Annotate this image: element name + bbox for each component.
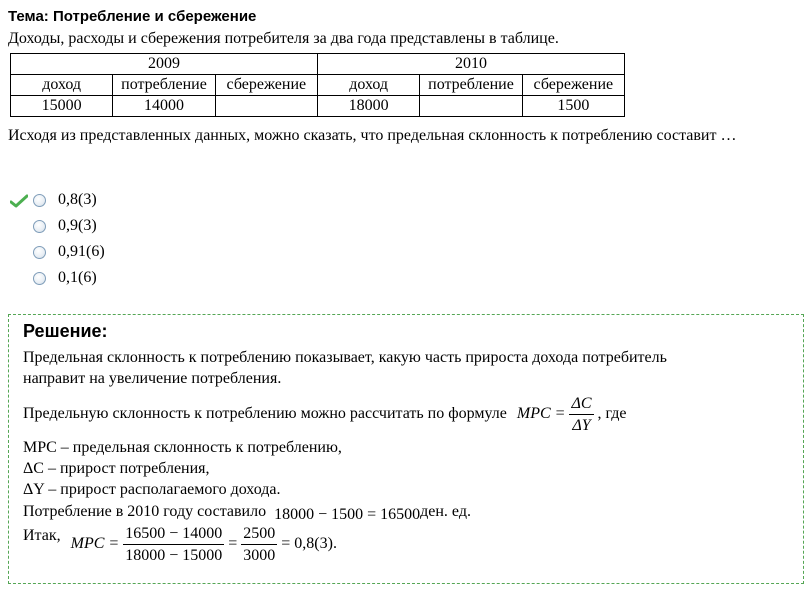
- definition-delta-y: ΔY – прирост располагаемого дохода.: [23, 481, 281, 498]
- year-2010-header: 2010: [316, 53, 626, 75]
- option-label: 0,91(6): [58, 243, 105, 260]
- check-icon: [10, 194, 28, 208]
- col-header: сбережение: [214, 74, 318, 96]
- final-denominator-2: 3000: [241, 544, 278, 566]
- calc-text: Потребление в 2010 году составило: [23, 503, 267, 520]
- col-header: доход: [316, 74, 421, 96]
- formula-fraction: ΔC ΔY: [569, 393, 594, 436]
- final-fraction-1: 16500 − 14000 18000 − 15000: [123, 523, 225, 566]
- option-label: 0,8(3): [58, 191, 97, 208]
- definition-delta-c: ΔC – прирост потребления,: [23, 460, 210, 477]
- final-result: = 0,8(3).: [281, 535, 337, 553]
- solution-paragraph: Предельная склонность к потреблению пока…: [23, 349, 667, 366]
- table-cell: 15000: [9, 95, 114, 117]
- final-line: Итак, MPC = 16500 − 14000 18000 − 15000 …: [23, 523, 337, 566]
- final-equals: =: [228, 535, 238, 553]
- option-label: 0,9(3): [58, 217, 97, 234]
- calc-line: Потребление в 2010 году составило 18000 …: [23, 501, 471, 523]
- solution-title: Решение:: [23, 321, 108, 341]
- question-text: Исходя из представленных данных, можно с…: [8, 127, 737, 144]
- formula-intro: Предельную склонность к потреблению можн…: [23, 405, 507, 423]
- final-fraction-2: 2500 3000: [241, 523, 278, 566]
- formula-denominator: ΔY: [569, 414, 594, 436]
- col-header: потребление: [112, 74, 216, 96]
- final-label: Итак,: [23, 527, 61, 545]
- table-cell: 18000: [316, 95, 421, 117]
- table-row: 15000 14000 18000 1500: [9, 95, 626, 117]
- radio-button[interactable]: [33, 246, 46, 259]
- solution-paragraph: направит на увеличение потребления.: [23, 370, 282, 387]
- formula-tail: , где: [597, 405, 627, 423]
- final-denominator-1: 18000 − 15000: [123, 544, 225, 566]
- col-header: потребление: [419, 74, 523, 96]
- table-cell: 1500: [521, 95, 626, 117]
- col-header: доход: [9, 74, 114, 96]
- final-numerator-1: 16500 − 14000: [125, 525, 223, 542]
- calc-expression: 18000 − 1500 = 16500: [274, 506, 421, 523]
- final-lhs: MPC =: [70, 535, 120, 553]
- radio-button[interactable]: [33, 194, 46, 207]
- option-label: 0,1(6): [58, 269, 97, 286]
- table-cell: 14000: [112, 95, 216, 117]
- topic-title: Тема: Потребление и сбережение: [8, 8, 257, 25]
- formula-numerator: ΔC: [571, 395, 592, 412]
- definition-mpc: MPC – предельная склонность к потреблени…: [23, 439, 342, 456]
- calc-unit: ден. ед.: [420, 503, 471, 520]
- year-2009-header: 2009: [10, 53, 318, 75]
- table-header-columns: доход потребление сбережение доход потре…: [9, 74, 626, 96]
- radio-button[interactable]: [33, 220, 46, 233]
- data-table: 2009 2010 доход потребление сбережение д…: [9, 53, 626, 117]
- intro-text: Доходы, расходы и сбережения потребителя…: [8, 30, 559, 47]
- final-numerator-2: 2500: [243, 525, 276, 542]
- formula-line: Предельную склонность к потреблению можн…: [23, 393, 627, 436]
- formula-lhs: MPC =: [516, 405, 566, 423]
- table-header-years: 2009 2010: [10, 53, 626, 75]
- solution-box: Решение: Предельная склонность к потребл…: [8, 314, 804, 584]
- table-cell: [214, 95, 318, 117]
- col-header: сбережение: [521, 74, 626, 96]
- radio-button[interactable]: [33, 272, 46, 285]
- table-cell: [419, 95, 523, 117]
